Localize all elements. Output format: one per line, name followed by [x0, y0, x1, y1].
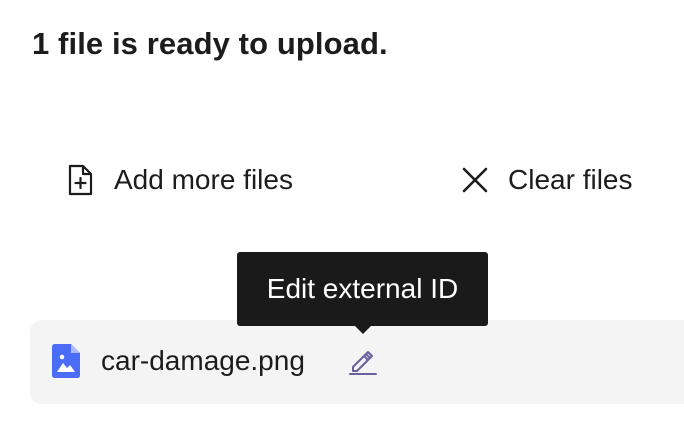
- file-plus-icon: [68, 164, 93, 196]
- upload-panel: 1 file is ready to upload. Add more file…: [0, 0, 684, 440]
- tooltip-arrow: [355, 326, 371, 334]
- add-more-files-button[interactable]: Add more files: [66, 160, 293, 200]
- edit-external-id-tooltip: Edit external ID: [237, 252, 488, 334]
- pencil-icon: [349, 351, 377, 375]
- page-title: 1 file is ready to upload.: [32, 26, 388, 61]
- image-file-icon: [52, 344, 80, 378]
- edit-external-id-button[interactable]: [348, 346, 378, 376]
- clear-files-label: Clear files: [508, 164, 633, 195]
- file-name: car-damage.png: [101, 345, 305, 376]
- add-more-files-label: Add more files: [114, 164, 293, 195]
- close-icon: [462, 167, 488, 193]
- clear-files-button[interactable]: Clear files: [460, 160, 632, 200]
- tooltip-text: Edit external ID: [266, 273, 459, 304]
